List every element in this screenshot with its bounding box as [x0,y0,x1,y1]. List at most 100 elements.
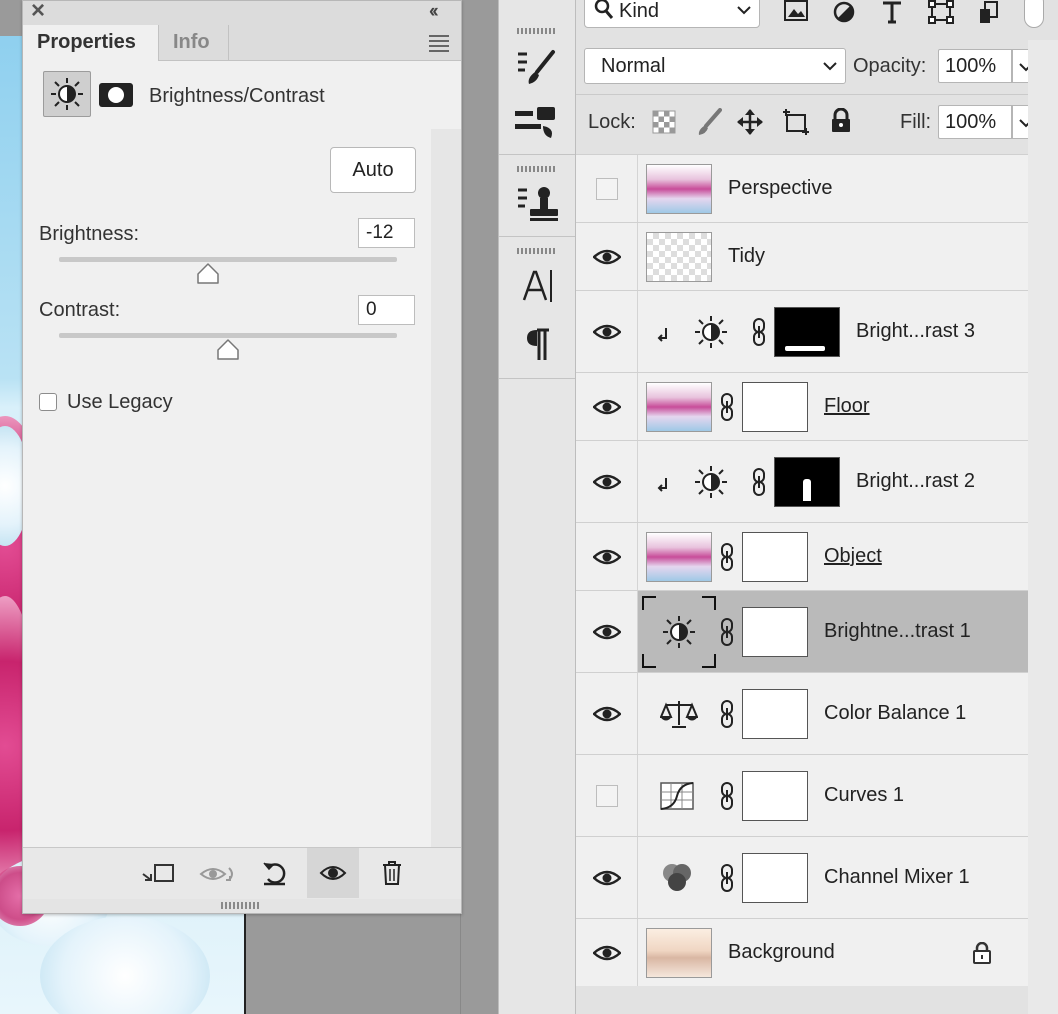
close-panel-button[interactable]: × [31,0,45,25]
layer-thumbnail [646,928,712,978]
layer-visibility-toggle[interactable] [576,591,638,672]
link-icon[interactable] [752,318,766,346]
layer-visibility-toggle[interactable] [576,155,638,222]
layer-row[interactable]: Tidy [576,222,1028,290]
layer-visibility-toggle[interactable] [576,223,638,290]
trash-icon[interactable] [381,860,403,886]
workspace-gap [460,0,498,1014]
layer-mask-thumbnail[interactable] [742,689,808,739]
panel-titlebar: × ‹‹ [23,0,461,25]
layer-visibility-toggle[interactable] [576,291,638,372]
brightness-icon [692,463,730,501]
layer-row[interactable]: Object [576,522,1028,590]
lock-icon [972,942,992,964]
layer-row[interactable]: Brightne...trast 1 [576,590,1028,672]
layer-name[interactable]: Object [824,545,882,568]
eye-icon [593,473,621,491]
layer-row[interactable]: Bright...rast 2 [576,440,1028,522]
layer-mask-thumbnail[interactable] [774,307,840,357]
hidden-visibility-box [596,178,618,200]
toggle-visibility-button[interactable] [307,848,359,898]
resize-grip[interactable] [23,899,461,913]
layer-name[interactable]: Color Balance 1 [824,702,966,725]
tab-info[interactable]: Info [159,25,229,61]
layer-row[interactable]: Background [576,918,1028,986]
clip-to-layer-icon[interactable] [141,862,177,886]
brush-settings-icon[interactable] [515,48,559,88]
eye-icon [593,623,621,641]
properties-scrollbar[interactable] [431,129,461,847]
layer-visibility-toggle[interactable] [576,919,638,986]
layer-mask-thumbnail[interactable] [774,457,840,507]
layer-visibility-toggle[interactable] [576,523,638,590]
use-legacy-checkbox[interactable] [39,393,57,411]
link-icon[interactable] [720,700,734,728]
layer-name[interactable]: Bright...rast 2 [856,470,975,493]
panel-tabs: Properties Info [23,25,461,61]
layer-name[interactable]: Brightne...trast 1 [824,620,971,643]
link-icon[interactable] [720,864,734,892]
link-icon[interactable] [720,618,734,646]
layer-row[interactable]: Channel Mixer 1 [576,836,1028,918]
mask-icon-button[interactable] [99,83,133,107]
layer-name[interactable]: Perspective [728,177,833,200]
brush-presets-icon[interactable] [513,104,559,144]
view-previous-icon[interactable] [199,862,237,886]
layer-name[interactable]: Bright...rast 3 [856,320,975,343]
brightness-icon [692,313,730,351]
layer-thumbnail [646,382,712,432]
layer-list: Perspective Tidy Bright...rast 3 Floor Brigh… [576,0,1028,1014]
layer-row[interactable]: Floor [576,372,1028,440]
layer-visibility-toggle[interactable] [576,373,638,440]
layer-name[interactable]: Floor [824,395,870,418]
brightness-slider-thumb[interactable] [196,263,220,285]
properties-footer [23,847,461,899]
brightness-label: Brightness: [39,223,140,245]
use-legacy-label: Use Legacy [67,391,173,413]
brightness-input[interactable]: -12 [358,218,415,248]
layer-thumbnail [646,164,712,214]
balance-icon [660,699,698,729]
layer-mask-thumbnail[interactable] [742,771,808,821]
layer-row[interactable]: Perspective [576,154,1028,222]
layer-name[interactable]: Background [728,941,835,964]
properties-panel: × ‹‹ Properties Info Brightness/Contrast [22,0,462,914]
layer-row[interactable]: Curves 1 [576,754,1028,836]
link-icon[interactable] [752,468,766,496]
layer-mask-thumbnail[interactable] [742,532,808,582]
auto-button[interactable]: Auto [330,147,416,193]
collapse-panel-button[interactable]: ‹‹ [429,1,439,23]
paragraph-panel-icon[interactable] [525,326,551,362]
layer-visibility-toggle[interactable] [576,837,638,918]
eye-icon [593,323,621,341]
layer-name[interactable]: Tidy [728,245,765,268]
layer-row[interactable]: Bright...rast 3 [576,290,1028,372]
contrast-input[interactable]: 0 [358,295,415,325]
layer-visibility-toggle[interactable] [576,755,638,836]
layers-panel: Kind Normal Opacity: 100% Lock: Fill: 10… [576,0,1058,1014]
layer-visibility-toggle[interactable] [576,673,638,754]
contrast-slider-thumb[interactable] [216,339,240,361]
layer-name[interactable]: Channel Mixer 1 [824,866,970,889]
clone-source-icon[interactable] [515,184,559,224]
contrast-slider-track[interactable] [59,333,397,338]
panel-menu-icon[interactable] [429,35,449,52]
layer-visibility-toggle[interactable] [576,441,638,522]
eye-icon [593,548,621,566]
eye-icon [593,869,621,887]
link-icon[interactable] [720,782,734,810]
link-icon[interactable] [720,543,734,571]
link-icon[interactable] [720,393,734,421]
layer-mask-thumbnail[interactable] [742,382,808,432]
layer-row[interactable]: Color Balance 1 [576,672,1028,754]
tab-properties[interactable]: Properties [23,25,159,61]
layer-mask-thumbnail[interactable] [742,853,808,903]
layer-mask-thumbnail[interactable] [742,607,808,657]
brightness-slider-track[interactable] [59,257,397,262]
layers-scrollbar[interactable] [1028,40,1058,1014]
character-panel-icon[interactable] [521,266,555,306]
reset-icon[interactable] [261,860,289,886]
adjustment-icon-button[interactable] [43,71,91,117]
layer-name[interactable]: Curves 1 [824,784,904,807]
mixer-icon [660,862,694,894]
